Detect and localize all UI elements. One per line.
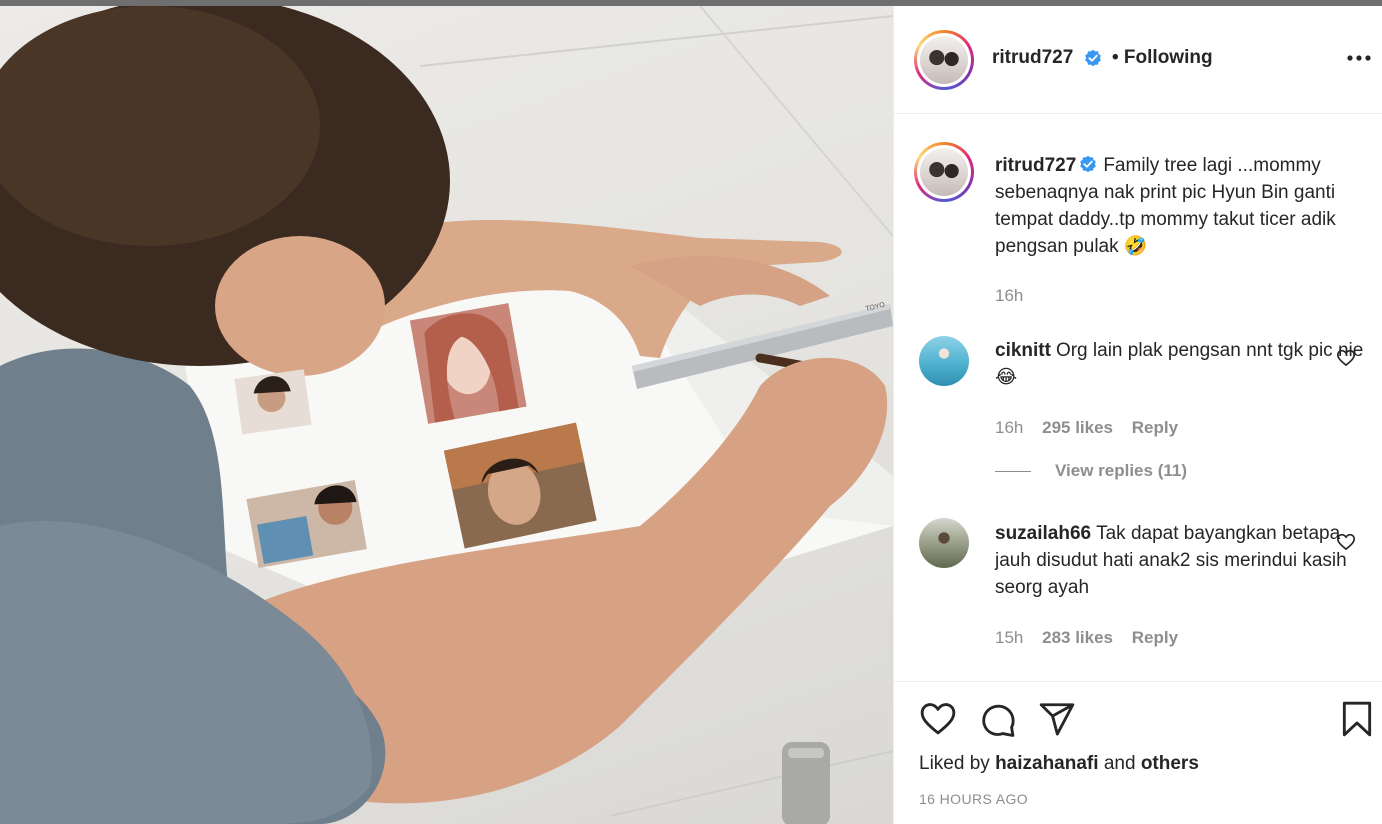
- post-header: ritrud727 • Following: [894, 6, 1382, 114]
- liked-by-prefix: Liked by: [919, 753, 990, 774]
- comment-text-block: suzailah66 Tak dapat bayangkan betapa jau…: [995, 520, 1365, 601]
- view-replies-line: [995, 471, 1031, 473]
- comment-reply-button[interactable]: Reply: [1132, 628, 1178, 647]
- comment-text-block: ciknitt Org lain plak pengsan nnt tgk pic…: [995, 337, 1365, 391]
- view-replies-button[interactable]: View replies (11): [995, 461, 1187, 481]
- post-side-panel: ritrud727 • Following ritrud727 Family tr…: [893, 6, 1382, 824]
- liked-by-user-link[interactable]: haizahanafi: [995, 753, 1098, 774]
- verified-badge-icon: [1080, 155, 1097, 173]
- heart-icon[interactable]: [919, 700, 957, 738]
- bookmark-icon[interactable]: [1338, 700, 1376, 738]
- comment-meta: 16h 295 likes Reply: [995, 418, 1192, 438]
- photo-cutout-woman: [409, 303, 527, 424]
- comment-likes-count[interactable]: 283 likes: [1042, 628, 1113, 647]
- post-time-ago[interactable]: 16 HOURS AGO: [919, 791, 1028, 807]
- commenter-avatar[interactable]: [919, 518, 969, 568]
- comment-timestamp[interactable]: 16h: [995, 418, 1023, 437]
- commenter-avatar[interactable]: [919, 336, 969, 386]
- commenter-username[interactable]: ciknitt: [995, 340, 1051, 361]
- comment-reply-button[interactable]: Reply: [1132, 418, 1178, 437]
- caption-meta: 16h: [995, 286, 1037, 306]
- view-replies-label: View replies (11): [1055, 461, 1187, 480]
- comment-like-heart-icon[interactable]: [1336, 348, 1356, 368]
- commenter-username[interactable]: suzailah66: [995, 523, 1091, 544]
- caption-author-avatar[interactable]: [914, 142, 974, 202]
- post-photo[interactable]: TOYO: [0, 6, 893, 824]
- paper-plane-icon[interactable]: [1038, 700, 1076, 738]
- caption-text-block: ritrud727 Family tree lagi ...mommy seben…: [995, 152, 1365, 260]
- liked-by-and: and: [1103, 753, 1136, 774]
- likes-summary: Liked by haizahanafi and others: [919, 753, 1199, 775]
- following-status[interactable]: • Following: [1112, 47, 1213, 69]
- post-actions-section: Liked by haizahanafi and others 16 HOURS…: [894, 681, 1382, 824]
- comment-timestamp[interactable]: 15h: [995, 628, 1023, 647]
- comment-like-heart-icon[interactable]: [1336, 532, 1356, 552]
- comment-likes-count[interactable]: 295 likes: [1042, 418, 1113, 437]
- caption-timestamp[interactable]: 16h: [995, 286, 1023, 305]
- author-avatar[interactable]: [914, 30, 974, 90]
- author-username[interactable]: ritrud727: [992, 47, 1073, 69]
- comment-meta: 15h 283 likes Reply: [995, 628, 1192, 648]
- photo-cutout-boy-1: [234, 369, 312, 435]
- verified-badge-icon: [1085, 49, 1101, 67]
- post-photo-illustration: TOYO: [0, 6, 893, 824]
- caption-username[interactable]: ritrud727: [995, 155, 1076, 176]
- liked-by-others-link[interactable]: others: [1141, 753, 1199, 774]
- more-dots-icon[interactable]: [1346, 50, 1372, 66]
- comment-icon[interactable]: [979, 700, 1017, 738]
